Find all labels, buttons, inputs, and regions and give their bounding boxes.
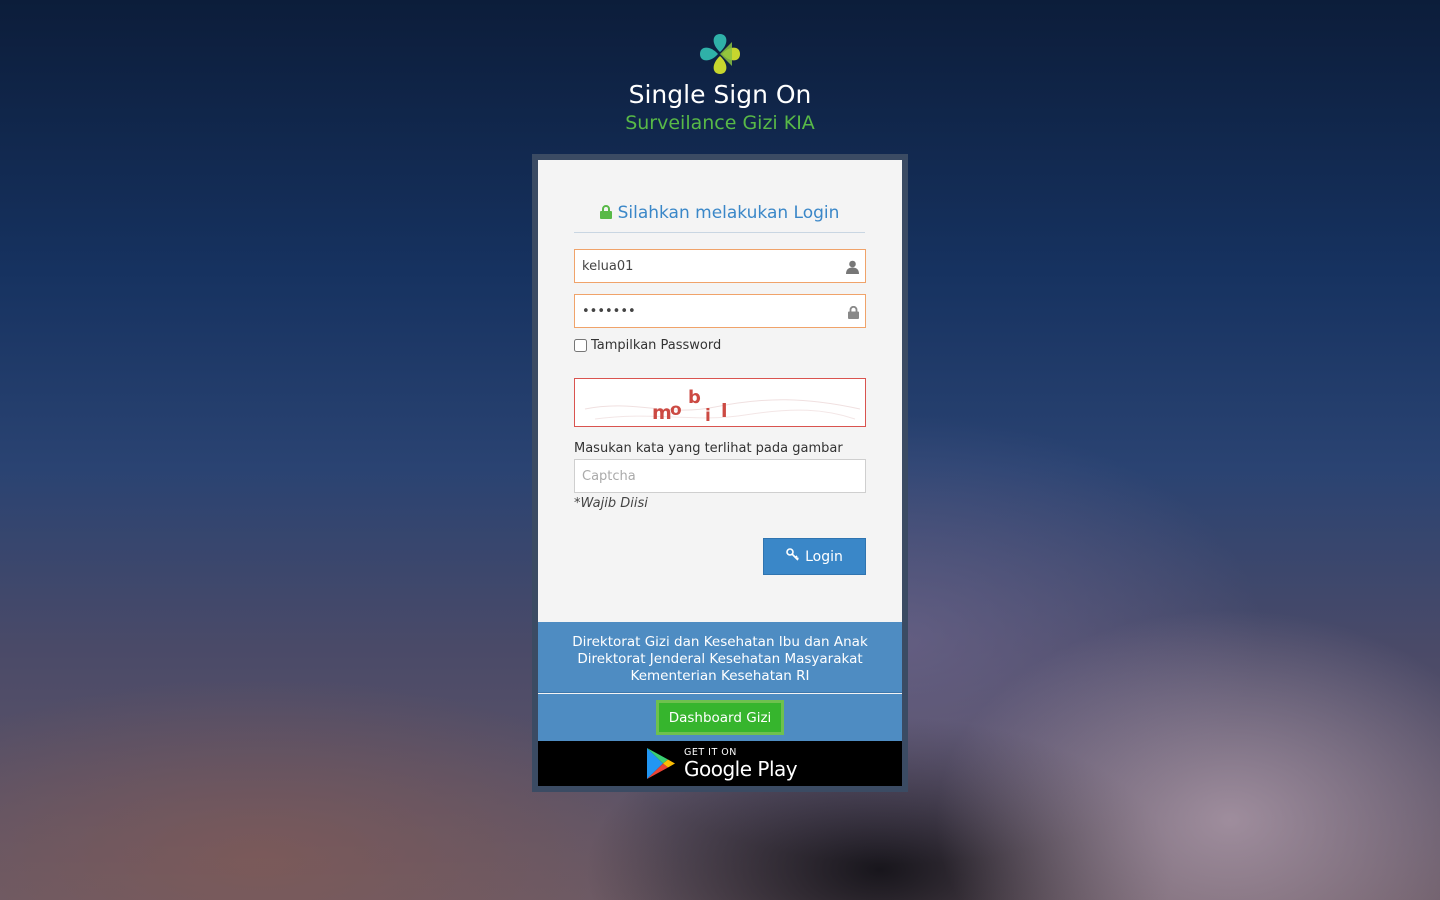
footer-line-2: Direktorat Jenderal Kesehatan Masyarakat (577, 651, 863, 667)
login-panel: Silahkan melakukan Login Tampilk (532, 154, 908, 792)
required-note: *Wajib Diisi (574, 496, 648, 511)
google-play-icon (647, 748, 675, 779)
show-password-toggle[interactable]: Tampilkan Password (574, 338, 721, 353)
login-heading: Silahkan melakukan Login (574, 200, 865, 233)
google-play-badge[interactable]: GET IT ON Google Play (636, 741, 804, 786)
captcha-text-art: m o b i l (584, 387, 861, 426)
captcha-image: m o b i l (574, 378, 866, 427)
footer-info: Direktorat Gizi dan Kesehatan Ibu dan An… (538, 622, 902, 693)
google-play-small-text: GET IT ON (684, 746, 737, 758)
svg-text:o: o (670, 400, 682, 420)
header: Single Sign On Surveilance Gizi KIA (0, 32, 1440, 136)
login-button[interactable]: Login (763, 538, 866, 575)
google-play-bar: GET IT ON Google Play (538, 741, 902, 786)
key-icon (786, 548, 799, 565)
username-field[interactable] (574, 249, 866, 283)
captcha-input[interactable] (575, 460, 861, 492)
google-play-big-text: Google Play (684, 756, 798, 781)
password-input[interactable] (575, 295, 825, 327)
kemenkes-logo-icon (700, 34, 740, 74)
lock-icon (599, 201, 612, 227)
svg-text:b: b (688, 387, 701, 408)
svg-text:i: i (705, 406, 711, 426)
password-field[interactable] (574, 294, 866, 328)
dashboard-bar: Dashboard Gizi (538, 694, 902, 741)
login-heading-text: Silahkan melakukan Login (617, 203, 840, 223)
show-password-checkbox[interactable] (574, 339, 587, 352)
show-password-label: Tampilkan Password (591, 338, 722, 353)
captcha-instruction: Masukan kata yang terlihat pada gambar (574, 441, 843, 456)
app-subtitle: Surveilance Gizi KIA (625, 112, 815, 134)
login-button-label: Login (805, 548, 843, 565)
captcha-field[interactable] (574, 459, 866, 493)
footer-line-1: Direktorat Gizi dan Kesehatan Ibu dan An… (572, 634, 868, 650)
footer-line-3: Kementerian Kesehatan RI (630, 668, 810, 684)
app-title: Single Sign On (628, 80, 812, 109)
google-play-text: GET IT ON Google Play (684, 746, 798, 781)
svg-text:l: l (721, 400, 728, 422)
dashboard-gizi-button[interactable]: Dashboard Gizi (656, 700, 784, 735)
user-icon (846, 259, 859, 278)
lock-icon (848, 304, 859, 323)
username-input[interactable] (575, 250, 825, 282)
svg-text:m: m (652, 402, 672, 424)
login-panel-body: Silahkan melakukan Login Tampilk (538, 160, 902, 786)
